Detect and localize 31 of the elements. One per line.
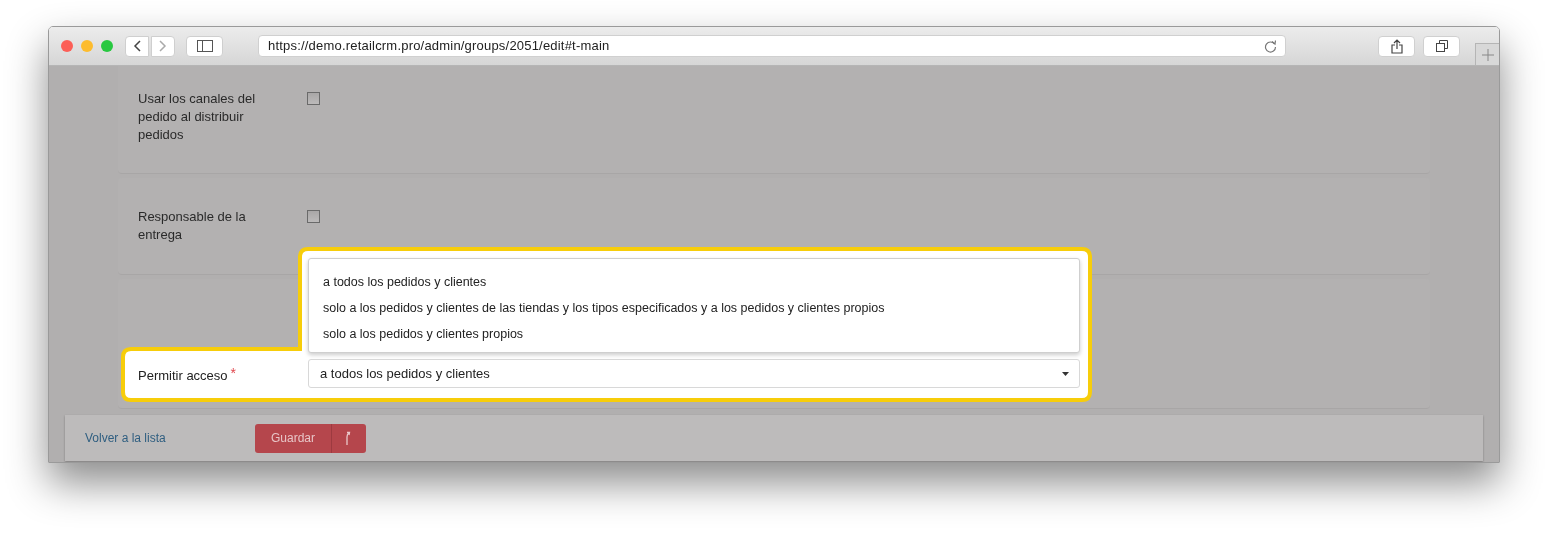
forward-icon: [159, 40, 167, 52]
zoom-window-icon[interactable]: [101, 40, 113, 52]
forward-button[interactable]: [151, 35, 175, 57]
field-label: Responsable de la entrega: [138, 208, 247, 244]
url-text: https://demo.retailcrm.pro/admin/groups/2051/edit#t-main: [268, 37, 611, 56]
sidebar-icon: [196, 40, 213, 52]
dropdown-option[interactable]: a todos los pedidos y clientes: [323, 273, 487, 291]
select-value: a todos los pedidos y clientes: [320, 364, 491, 383]
caret-icon: [1062, 371, 1069, 376]
field-label: Permitir acceso: [138, 367, 228, 385]
new-tab-button[interactable]: [1475, 43, 1499, 65]
save-options-button[interactable]: [331, 423, 367, 453]
dropdown-option[interactable]: solo a los pedidos y clientes propios: [323, 325, 524, 343]
back-link[interactable]: Volver a la lista: [85, 429, 255, 447]
checkbox[interactable]: [307, 210, 320, 223]
tabs-button[interactable]: [1423, 35, 1460, 57]
plus-icon: [1481, 48, 1494, 61]
access-select[interactable]: a todos los pedidos y clientes: [308, 359, 1080, 388]
required-mark: *: [230, 364, 237, 384]
back-icon: [133, 40, 141, 52]
field-label: Usar los canales del pedido al distribuir pedidos: [138, 90, 257, 144]
dropdown-option[interactable]: solo a los pedidos y clientes de las tiendas y los tipos especificados y a los pedidos y clientes propios: [323, 299, 885, 317]
back-button[interactable]: [125, 35, 149, 57]
share-icon: [1390, 38, 1403, 54]
reload-icon[interactable]: [1264, 39, 1277, 53]
sidebar-button[interactable]: [186, 35, 223, 57]
close-window-icon[interactable]: [61, 40, 73, 52]
checkbox[interactable]: [307, 92, 320, 105]
tabs-icon: [1435, 40, 1448, 52]
address-bar[interactable]: https://demo.retailcrm.pro/admin/groups/2051/edit#t-main: [258, 35, 1286, 57]
share-button[interactable]: [1378, 35, 1415, 57]
